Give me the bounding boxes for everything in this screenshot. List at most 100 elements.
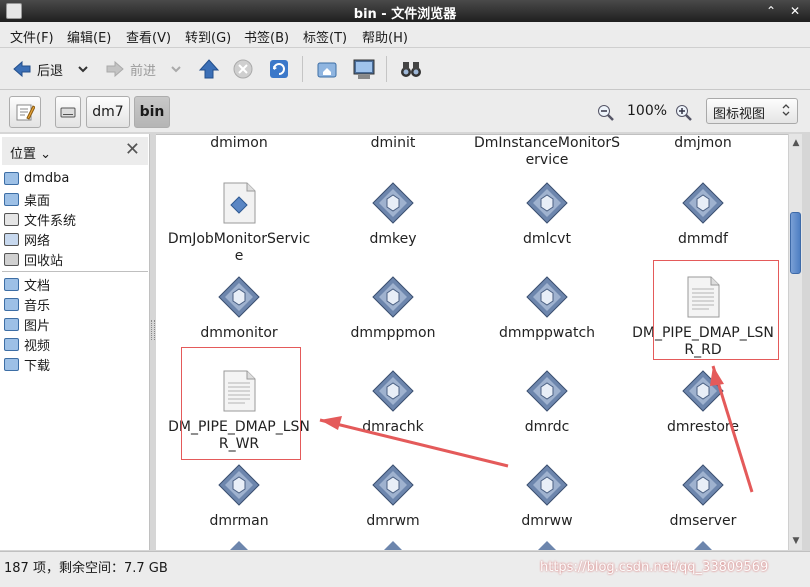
toolbar-separator — [386, 56, 387, 82]
sidebar-item-videos[interactable]: 视频 — [4, 334, 50, 354]
file-item[interactable]: DmJobMonitorService — [164, 181, 314, 265]
menu-file[interactable]: 文件(F) — [10, 27, 54, 46]
file-item[interactable]: dmjmon — [628, 135, 778, 152]
executable-icon — [372, 276, 414, 318]
file-item[interactable]: dmmonitor — [164, 275, 314, 342]
home-folder-icon — [317, 62, 337, 78]
file-item[interactable]: dminit — [318, 135, 468, 152]
desktop-folder-icon — [4, 192, 19, 206]
file-item[interactable]: dmrww — [472, 463, 622, 530]
downloads-folder-icon — [4, 357, 19, 371]
scroll-up-icon[interactable]: ▲ — [789, 136, 803, 150]
computer-button[interactable] — [352, 56, 376, 82]
sidebar-item-pictures[interactable]: 图片 — [4, 314, 50, 334]
title-bar: bin - 文件浏览器 ⌃ ✕ — [0, 0, 810, 22]
drive-icon — [60, 107, 76, 118]
executable-icon — [218, 464, 260, 506]
sidebar-item-documents[interactable]: 文档 — [4, 274, 50, 294]
zoom-out-icon — [598, 105, 614, 121]
sidebar-item-network[interactable]: 网络 — [4, 229, 50, 249]
sidebar-places-select[interactable]: 位置 ⌄ — [10, 143, 51, 162]
menu-help[interactable]: 帮助(H) — [362, 27, 408, 46]
chevron-down-icon — [171, 66, 181, 73]
close-sidebar-icon[interactable]: ✕ — [125, 139, 140, 160]
executable-icon — [218, 276, 260, 318]
maximize-button[interactable]: ⌃ — [762, 2, 780, 20]
sidebar-item-desktop[interactable]: 桌面 — [4, 189, 50, 209]
view-mode-select[interactable]: 图标视图 — [706, 98, 798, 124]
sidebar-item-home[interactable]: dmdba — [4, 168, 69, 188]
view-mode-label: 图标视图 — [713, 107, 766, 122]
menu-tabs[interactable]: 标签(T) — [303, 27, 347, 46]
home-button[interactable] — [316, 56, 338, 82]
scrollbar-thumb[interactable] — [790, 212, 801, 274]
zoom-level: 100% — [627, 103, 668, 119]
executable-icon — [682, 182, 724, 224]
vertical-scrollbar[interactable]: ▲ ▼ — [788, 134, 802, 550]
file-item[interactable]: dmlcvt — [472, 181, 622, 248]
computer-icon — [353, 59, 375, 79]
file-item[interactable]: dmmppmon — [318, 275, 468, 342]
forward-button[interactable]: 前进 — [105, 56, 156, 82]
zoom-in-button[interactable] — [675, 100, 693, 126]
back-history-dropdown[interactable] — [77, 56, 89, 82]
scroll-down-icon[interactable]: ▼ — [789, 534, 803, 548]
sidebar-item-downloads[interactable]: 下载 — [4, 354, 50, 374]
up-button[interactable] — [198, 56, 220, 82]
file-item[interactable]: dmimon — [164, 135, 314, 152]
sidebar-item-trash[interactable]: 回收站 — [4, 249, 63, 269]
forward-arrow-icon — [106, 60, 124, 78]
file-item[interactable]: dmrdc — [472, 369, 622, 436]
menu-view[interactable]: 查看(V) — [126, 27, 171, 46]
drive-icon — [4, 212, 19, 226]
pane-resize-handle[interactable] — [151, 320, 155, 340]
script-file-icon — [223, 182, 256, 224]
trash-icon — [4, 252, 19, 266]
executable-icon — [372, 464, 414, 506]
toolbar-separator — [302, 56, 303, 82]
search-button[interactable] — [399, 56, 423, 82]
chevron-down-icon: ⌄ — [36, 147, 52, 162]
chevron-down-icon — [78, 66, 88, 73]
executable-icon — [682, 464, 724, 506]
executable-icon — [526, 182, 568, 224]
window-title: bin - 文件浏览器 — [353, 7, 457, 22]
file-item[interactable]: dmkey — [318, 181, 468, 248]
file-item[interactable]: DmInstanceMonitorService — [472, 135, 622, 169]
executable-icon — [230, 541, 248, 550]
executable-icon — [384, 541, 402, 550]
executable-icon — [682, 370, 724, 412]
file-item[interactable]: dmmppwatch — [472, 275, 622, 342]
zoom-out-button[interactable] — [597, 100, 615, 126]
file-item[interactable]: dmmdf — [628, 181, 778, 248]
forward-history-dropdown[interactable] — [170, 56, 182, 82]
menu-go[interactable]: 转到(G) — [185, 27, 231, 46]
path-segment-bin[interactable]: bin — [134, 96, 170, 128]
sidebar-item-filesystem[interactable]: 文件系统 — [4, 209, 76, 229]
edit-location-button[interactable] — [9, 96, 41, 128]
file-item[interactable]: dmserver — [628, 463, 778, 530]
file-item[interactable]: dmrachk — [318, 369, 468, 436]
status-text: 187 项，剩余空间：7.7 GB — [4, 561, 168, 576]
path-segment-dm7[interactable]: dm7 — [86, 96, 130, 128]
reload-button[interactable] — [268, 56, 290, 82]
reload-icon — [270, 60, 288, 78]
executable-icon — [526, 276, 568, 318]
stop-icon — [233, 59, 253, 79]
file-item[interactable]: dmrman — [164, 463, 314, 530]
path-root-button[interactable] — [55, 96, 81, 128]
edit-icon — [16, 104, 35, 121]
menu-bar: 文件(F) 编辑(E) 查看(V) 转到(G) 书签(B) 标签(T) 帮助(H… — [0, 22, 810, 48]
watermark: https://blog.csdn.net/qq_33809569 — [540, 560, 769, 575]
executable-icon — [538, 541, 556, 550]
stop-button[interactable] — [232, 56, 254, 82]
back-button[interactable]: 后退 — [12, 56, 63, 82]
close-window-button[interactable]: ✕ — [786, 2, 804, 20]
videos-folder-icon — [4, 337, 19, 351]
sidebar-item-music[interactable]: 音乐 — [4, 294, 50, 314]
file-item[interactable]: dmrwm — [318, 463, 468, 530]
pictures-folder-icon — [4, 317, 19, 331]
menu-bookmarks[interactable]: 书签(B) — [244, 27, 289, 46]
file-item[interactable]: dmrestore — [628, 369, 778, 436]
menu-edit[interactable]: 编辑(E) — [67, 27, 111, 46]
